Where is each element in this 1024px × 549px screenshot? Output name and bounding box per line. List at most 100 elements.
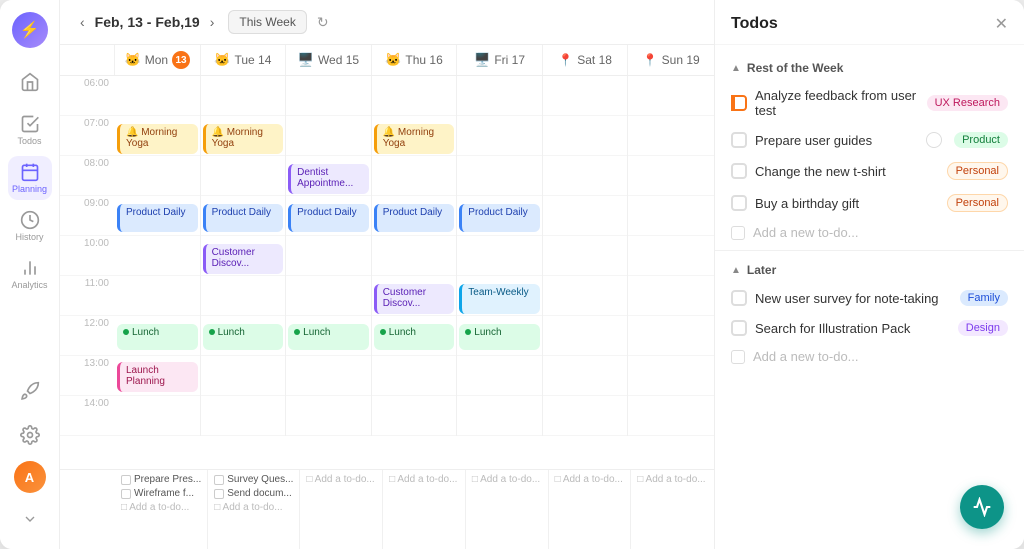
next-week-button[interactable]: › [206,12,219,32]
todo-circle-2 [926,132,942,148]
list-item: Search for Illustration Pack Design [715,313,1024,343]
todos-panel: Todos ✕ ▲ Rest of the Week Analyze feedb… [714,0,1024,549]
day-header-tue: 🐱 Tue 14 [201,45,287,75]
event-launch-mon[interactable]: Launch Planning [117,362,198,392]
todo-tag-6: Design [958,320,1008,336]
event-dentist-wed[interactable]: Dentist Appointme... [288,164,369,194]
event-product-thu[interactable]: Product Daily [374,204,455,232]
event-product-mon[interactable]: Product Daily [117,204,198,232]
sidebar-rocket-button[interactable] [12,373,48,409]
day-col-mon: 🔔 Morning Yoga Product Daily Lunch Launc… [115,76,201,436]
sidebar-logo: ⚡ [12,12,48,48]
add-todo-sun[interactable]: □ Add a to-do... [637,474,708,485]
prev-week-button[interactable]: ‹ [76,12,89,32]
list-item[interactable]: Send docum... [214,488,293,499]
time-column: 06:00 07:00 08:00 09:00 10:00 11:00 12:0… [60,76,115,436]
todo-tag-3: Personal [947,162,1008,180]
todo-text-3: Change the new t-shirt [755,164,939,179]
todo-checkbox-6[interactable] [731,320,747,336]
event-lunch-thu[interactable]: Lunch [374,324,455,350]
todo-checkbox-2[interactable] [731,132,747,148]
list-item[interactable]: Wireframe f... [121,488,201,499]
event-team-fri[interactable]: Team-Weekly [459,284,540,314]
sidebar-item-todos[interactable]: Todos [8,108,52,152]
sidebar-label-analytics: Analytics [11,280,47,290]
section-header-later[interactable]: ▲ Later [715,255,1024,283]
user-avatar[interactable]: A [14,461,46,493]
day-header-wed: 🖥️ Wed 15 [286,45,372,75]
this-week-button[interactable]: This Week [228,10,306,34]
add-todo-rest-button[interactable]: Add a new to-do... [715,219,1024,246]
add-todo-tue[interactable]: □ Add a to-do... [214,502,293,513]
refresh-button[interactable]: ↻ [317,14,329,31]
add-todo-mon[interactable]: □ Add a to-do... [121,502,201,513]
day-icon-thu: 🐱 [385,52,401,68]
list-item[interactable]: Survey Ques... [214,474,293,485]
sidebar-label-todos: Todos [17,136,41,146]
sidebar-down-button[interactable] [12,501,48,537]
section-header-rest[interactable]: ▲ Rest of the Week [715,53,1024,81]
event-yoga-mon[interactable]: 🔔 Morning Yoga [117,124,198,154]
chevron-icon-later: ▲ [731,265,741,276]
add-check-placeholder-later [731,350,745,364]
day-header-sun: 📍 Sun 19 [628,45,714,75]
event-product-tue[interactable]: Product Daily [203,204,284,232]
day-col-tue: 🔔 Morning Yoga Product Daily Customer Di… [201,76,287,436]
todo-checkbox-4[interactable] [731,195,747,211]
todo-checkbox-3[interactable] [731,163,747,179]
list-item[interactable]: Prepare Pres... [121,474,201,485]
bottom-todos-sat: □ Add a to-do... [549,470,632,549]
sidebar-item-home[interactable] [8,60,52,104]
todo-text-1: Analyze feedback from user test [755,88,919,118]
bottom-todos-tue: Survey Ques... Send docum... □ Add a to-… [208,470,300,549]
day-col-wed: Dentist Appointme... Product Daily Lunch [286,76,372,436]
section-divider [715,250,1024,251]
add-todo-fri[interactable]: □ Add a to-do... [472,474,542,485]
todo-text-5: New user survey for note-taking [755,291,952,306]
fab-button[interactable] [960,485,1004,529]
sidebar-item-history[interactable]: History [8,204,52,248]
event-lunch-tue[interactable]: Lunch [203,324,284,350]
day-icon-mon: 🐱 [125,52,141,68]
todo-checkbox-1[interactable] [731,95,747,111]
event-lunch-wed[interactable]: Lunch [288,324,369,350]
day-icon-wed: 🖥️ [298,52,314,68]
todo-text-4: Buy a birthday gift [755,196,939,211]
sidebar-label-history: History [15,232,43,242]
chevron-icon: ▲ [731,63,741,74]
section-title-later: Later [747,263,776,277]
sidebar-item-analytics[interactable]: Analytics [8,252,52,296]
event-lunch-fri[interactable]: Lunch [459,324,540,350]
add-todo-later-button[interactable]: Add a new to-do... [715,343,1024,370]
day-col-sat [543,76,629,436]
add-todo-wed[interactable]: □ Add a to-do... [306,474,376,485]
event-yoga-thu[interactable]: 🔔 Morning Yoga [374,124,455,154]
todo-checkbox-5[interactable] [731,290,747,306]
day-col-thu: 🔔 Morning Yoga Product Daily Customer Di… [372,76,458,436]
todos-close-button[interactable]: ✕ [995,14,1008,34]
sidebar-label-planning: Planning [12,184,47,194]
day-icon-tue: 🐱 [214,52,230,68]
sidebar-settings-button[interactable] [12,417,48,453]
todo-tag-1: UX Research [927,95,1008,111]
todo-text-2: Prepare user guides [755,133,918,148]
event-customer-tue[interactable]: Customer Discov... [203,244,284,274]
pin-icon-sun: 📍 [643,53,658,67]
event-product-fri[interactable]: Product Daily [459,204,540,232]
event-product-wed[interactable]: Product Daily [288,204,369,232]
todo-tag-2: Product [954,132,1008,148]
bottom-todos-fri: □ Add a to-do... [466,470,549,549]
bottom-todos-wed: □ Add a to-do... [300,470,383,549]
todos-title: Todos [731,15,778,33]
event-yoga-tue[interactable]: 🔔 Morning Yoga [203,124,284,154]
list-item: Change the new t-shirt Personal [715,155,1024,187]
add-todo-sat[interactable]: □ Add a to-do... [555,474,625,485]
sidebar-item-planning[interactable]: Planning [8,156,52,200]
day-header-thu: 🐱 Thu 16 [372,45,458,75]
add-todo-thu[interactable]: □ Add a to-do... [389,474,459,485]
event-lunch-mon[interactable]: Lunch [117,324,198,350]
calendar-main: ‹ Feb, 13 - Feb,19 › This Week ↻ 🐱 Mon 1… [60,0,714,549]
event-customer-thu[interactable]: Customer Discov... [374,284,455,314]
todos-header: Todos ✕ [715,0,1024,45]
day-icon-fri: 🖥️ [474,52,490,68]
